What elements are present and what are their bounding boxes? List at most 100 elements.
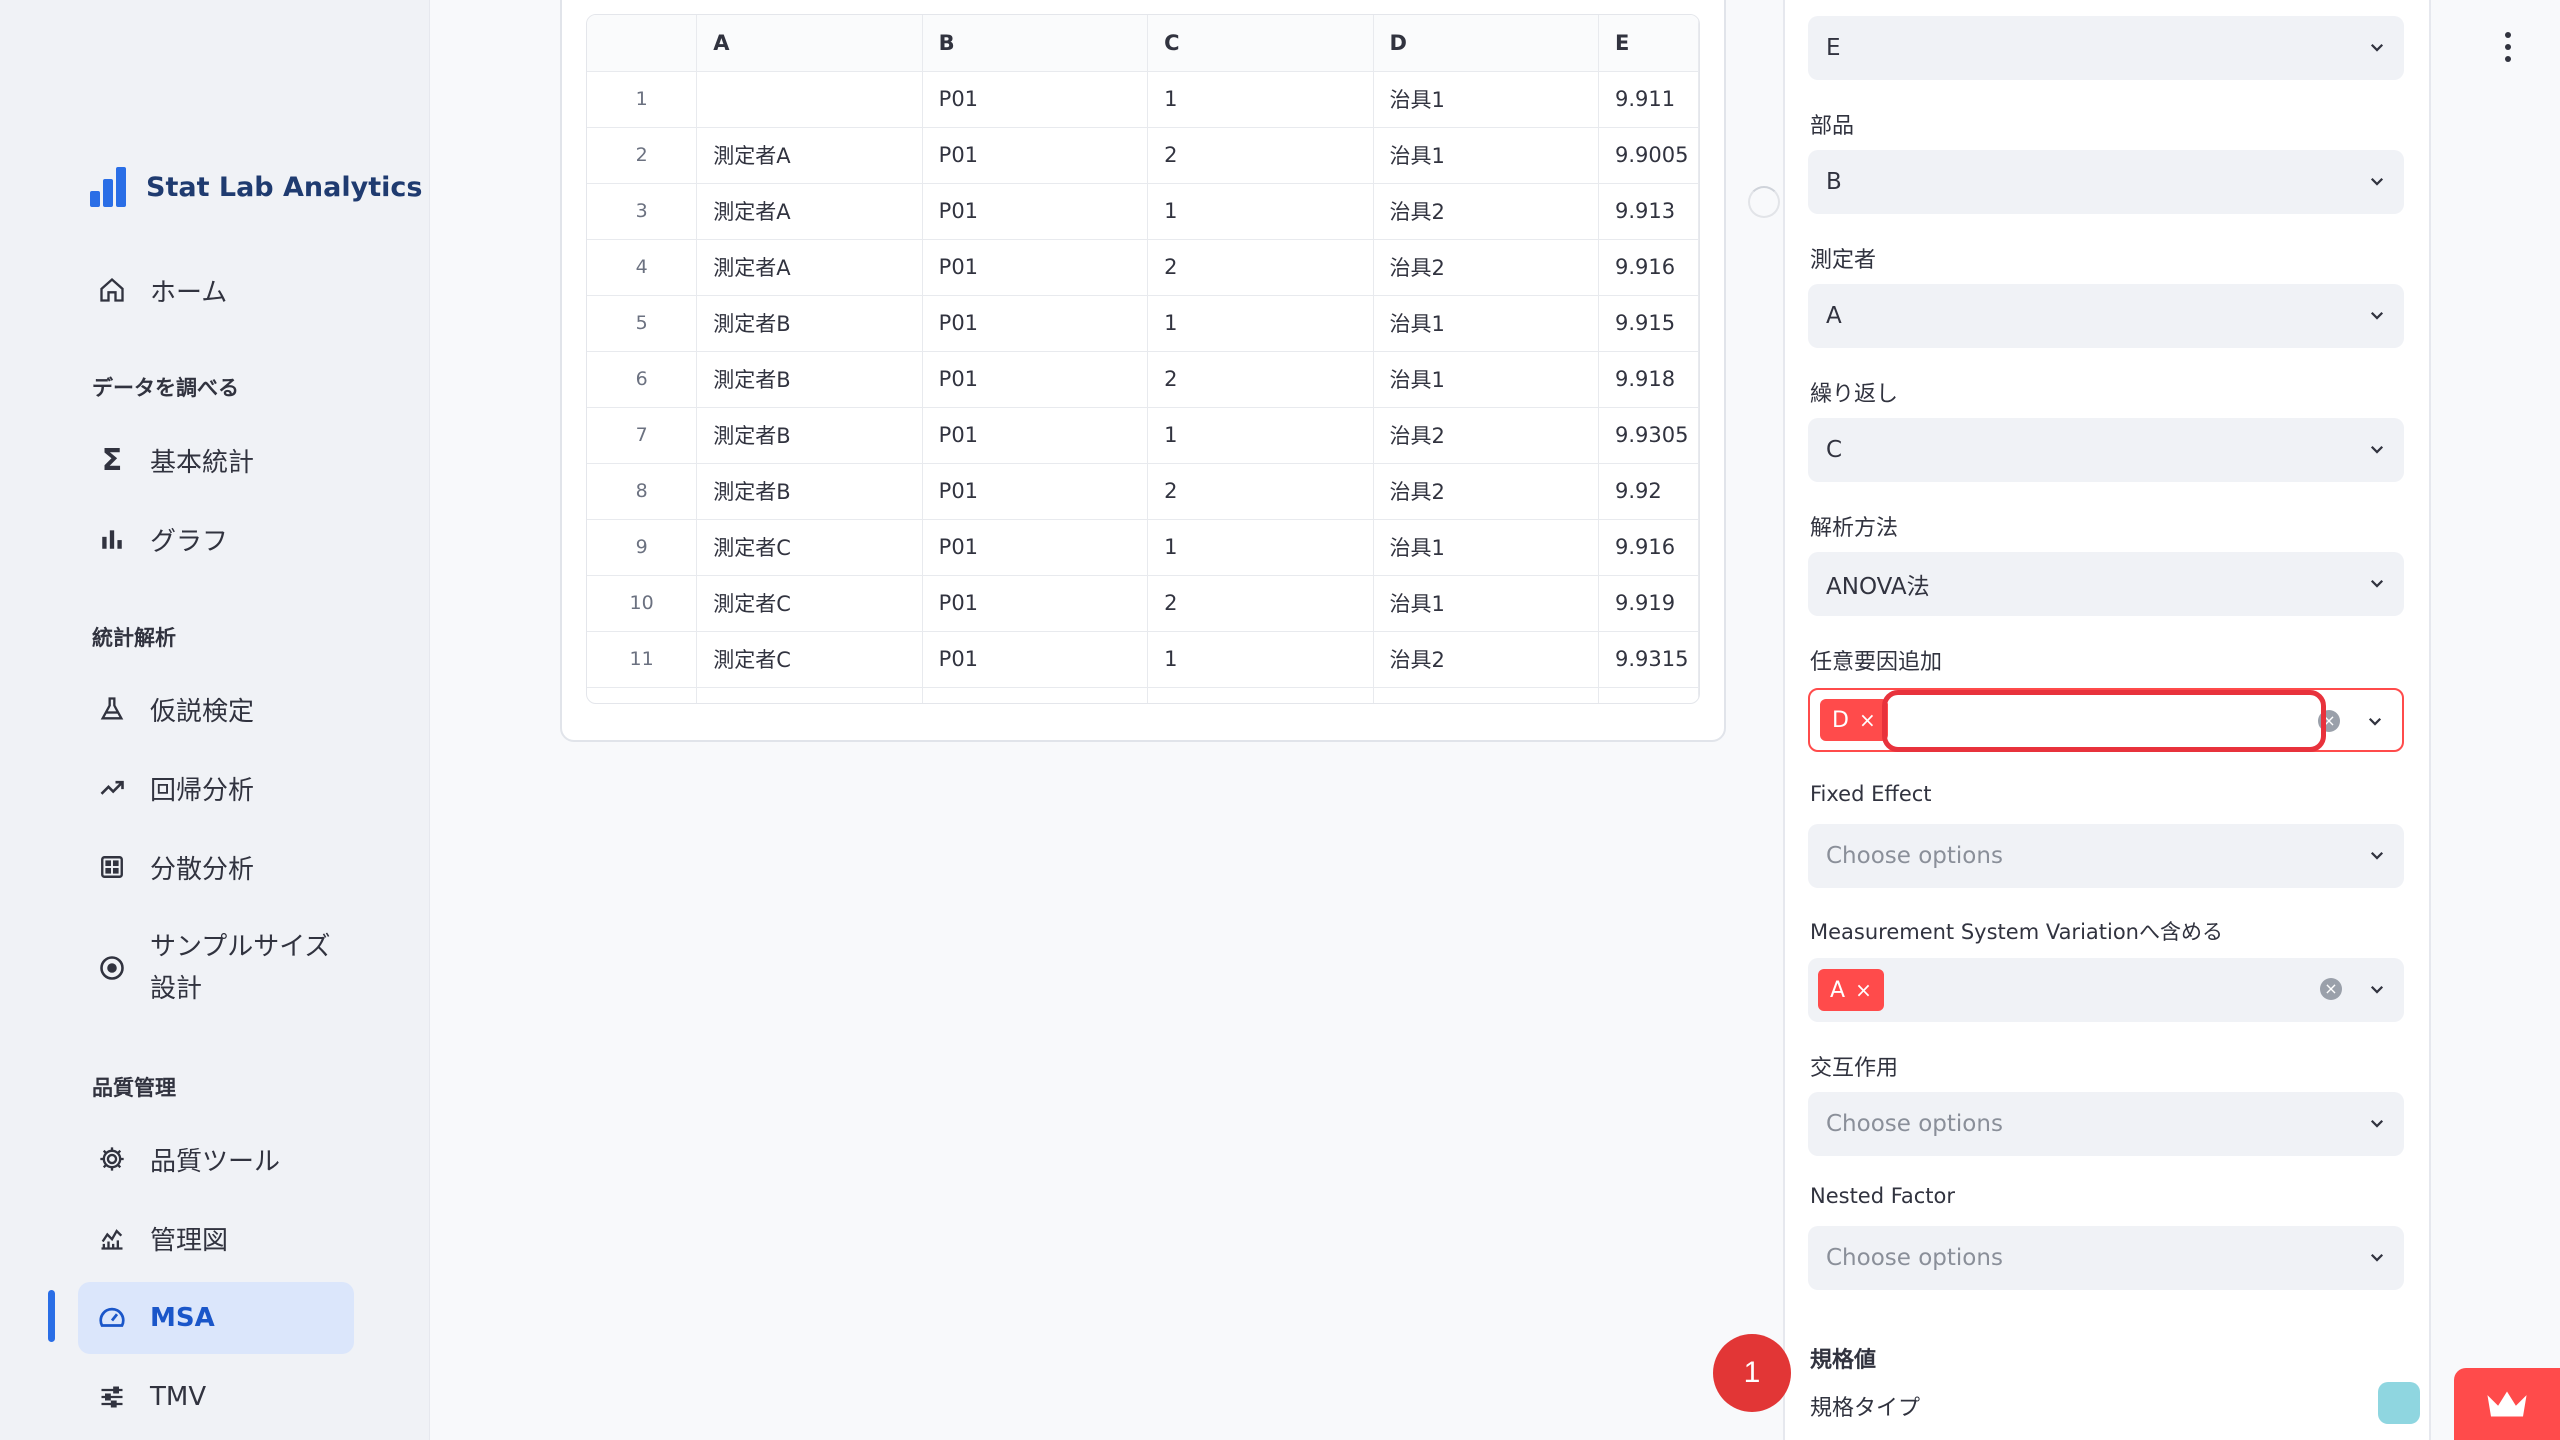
row-index-cell[interactable]: 6 [587,351,698,408]
table-cell[interactable]: 9.916 [1598,519,1699,576]
table-cell[interactable]: 治具1 [1373,519,1599,576]
part-select[interactable]: B [1808,150,2404,214]
nav-item-home[interactable]: ホーム [78,254,354,326]
table-cell[interactable] [696,71,923,128]
header-a[interactable]: A [696,15,923,72]
table-cell[interactable]: 治具1 [1373,71,1599,128]
table-cell[interactable]: 9.919 [1598,575,1699,632]
header-e[interactable]: E [1598,15,1699,72]
table-cell[interactable]: 測定者A [696,127,923,184]
table-cell[interactable]: 2 [1147,351,1374,408]
table-cell[interactable]: 測定者C [696,519,923,576]
table-cell[interactable]: P01 [922,519,1149,576]
table-cell[interactable]: P01 [922,295,1149,352]
row-index-cell[interactable]: 1 [587,71,698,128]
row-index-cell[interactable]: 8 [587,463,698,520]
table-cell[interactable]: 測定者A [696,183,923,240]
table-cell[interactable]: 治具1 [1373,351,1599,408]
header-b[interactable]: B [922,15,1149,72]
table-cell[interactable]: 治具2 [1373,407,1599,464]
table-cell[interactable]: 2 [1147,463,1374,520]
table-cell[interactable]: P01 [922,239,1149,296]
table-cell[interactable]: 9.915 [1598,295,1699,352]
table-cell[interactable]: 1 [1147,295,1374,352]
chip-remove-icon[interactable]: × [1855,978,1872,1002]
row-index-cell[interactable]: 5 [587,295,698,352]
nav-item-basic-stats[interactable]: Σ 基本統計 [78,424,354,496]
table-cell[interactable]: 治具1 [1373,575,1599,632]
nav-item-regression[interactable]: 回帰分析 [78,752,354,824]
table-cell[interactable]: 1 [1147,71,1374,128]
table-cell[interactable]: P01 [922,127,1149,184]
method-select[interactable]: ANOVA法 [1808,552,2404,616]
table-cell[interactable]: 9.9005 [1598,127,1699,184]
nav-item-msa[interactable]: MSA [78,1282,354,1354]
table-cell[interactable]: 治具2 [1373,631,1599,688]
header-index[interactable] [587,15,698,72]
table-cell[interactable]: 9.911 [1598,71,1699,128]
table-cell[interactable]: P01 [922,407,1149,464]
table-cell[interactable]: 治具2 [1373,239,1599,296]
interaction-select[interactable]: Choose options [1808,1092,2404,1156]
tag-chip[interactable]: D × [1820,699,1888,741]
assistant-avatar-icon[interactable] [2378,1382,2420,1424]
fixed-effect-select[interactable]: Choose options [1808,824,2404,888]
table-cell[interactable]: 9.918 [1598,351,1699,408]
table-cell[interactable]: 治具2 [1373,183,1599,240]
data-table-container[interactable]: A B C D E 1 P01 1 治具1 9.911 2 測定者A P01 2 治具1 9.900… [586,14,1700,704]
table-cell[interactable]: 測定者B [696,463,923,520]
nav-item-sample-size[interactable]: サンプルサイズ設計 [78,920,354,1016]
table-cell[interactable]: 9.916 [1598,239,1699,296]
table-cell[interactable]: 2 [1147,575,1374,632]
table-cell[interactable]: 測定者C [696,631,923,688]
table-cell[interactable]: 2 [1147,239,1374,296]
table-cell[interactable]: 1 [1147,631,1374,688]
table-cell[interactable]: 1 [1147,407,1374,464]
table-cell[interactable]: 9.9315 [1598,631,1699,688]
table-cell[interactable]: 9.913 [1598,183,1699,240]
row-index-cell[interactable]: 4 [587,239,698,296]
multiselect-search-input[interactable] [1882,690,2326,752]
table-cell[interactable]: 測定者B [696,351,923,408]
row-index-cell[interactable]: 7 [587,407,698,464]
nested-factor-select[interactable]: Choose options [1808,1226,2404,1290]
clear-all-icon[interactable]: × [2320,978,2342,1000]
more-options-icon[interactable] [2500,32,2516,62]
row-index-cell[interactable]: 9 [587,519,698,576]
header-d[interactable]: D [1373,15,1599,72]
table-cell[interactable]: 測定者B [696,295,923,352]
table-cell[interactable]: 測定者C [696,575,923,632]
table-cell[interactable]: 1 [1147,519,1374,576]
table-cell[interactable]: P01 [922,71,1149,128]
msv-multiselect[interactable]: A × × [1808,958,2404,1022]
measure-value-select[interactable]: E [1808,16,2404,80]
row-index-cell[interactable]: 11 [587,631,698,688]
header-c[interactable]: C [1147,15,1374,72]
row-index-cell[interactable]: 10 [587,575,698,632]
table-cell[interactable]: P01 [922,575,1149,632]
table-cell[interactable]: 1 [1147,183,1374,240]
nav-item-control-chart[interactable]: 管理図 [78,1202,354,1274]
table-cell[interactable]: 測定者A [696,239,923,296]
operator-select[interactable]: A [1808,284,2404,348]
nav-item-anova[interactable]: 分散分析 [78,831,354,903]
table-cell[interactable]: P01 [922,183,1149,240]
crown-button[interactable] [2454,1368,2560,1440]
notification-badge[interactable]: 1 [1713,1334,1791,1412]
brand[interactable]: Stat Lab Analytics [88,166,422,208]
row-index-cell[interactable]: 2 [587,127,698,184]
table-cell[interactable]: 2 [1147,127,1374,184]
table-cell[interactable]: 9.92 [1598,463,1699,520]
nav-item-graph[interactable]: グラフ [78,503,354,575]
table-cell[interactable]: 治具2 [1373,463,1599,520]
repeat-select[interactable]: C [1808,418,2404,482]
tag-chip[interactable]: A × [1818,969,1884,1011]
nav-item-tmv[interactable]: TMV [78,1361,354,1433]
table-cell[interactable]: 治具1 [1373,127,1599,184]
table-cell[interactable]: 9.9305 [1598,407,1699,464]
table-cell[interactable]: 測定者B [696,407,923,464]
table-cell[interactable]: P01 [922,351,1149,408]
chip-remove-icon[interactable]: × [1859,708,1876,732]
table-cell[interactable]: P01 [922,463,1149,520]
nav-item-quality-tools[interactable]: 品質ツール [78,1123,354,1195]
